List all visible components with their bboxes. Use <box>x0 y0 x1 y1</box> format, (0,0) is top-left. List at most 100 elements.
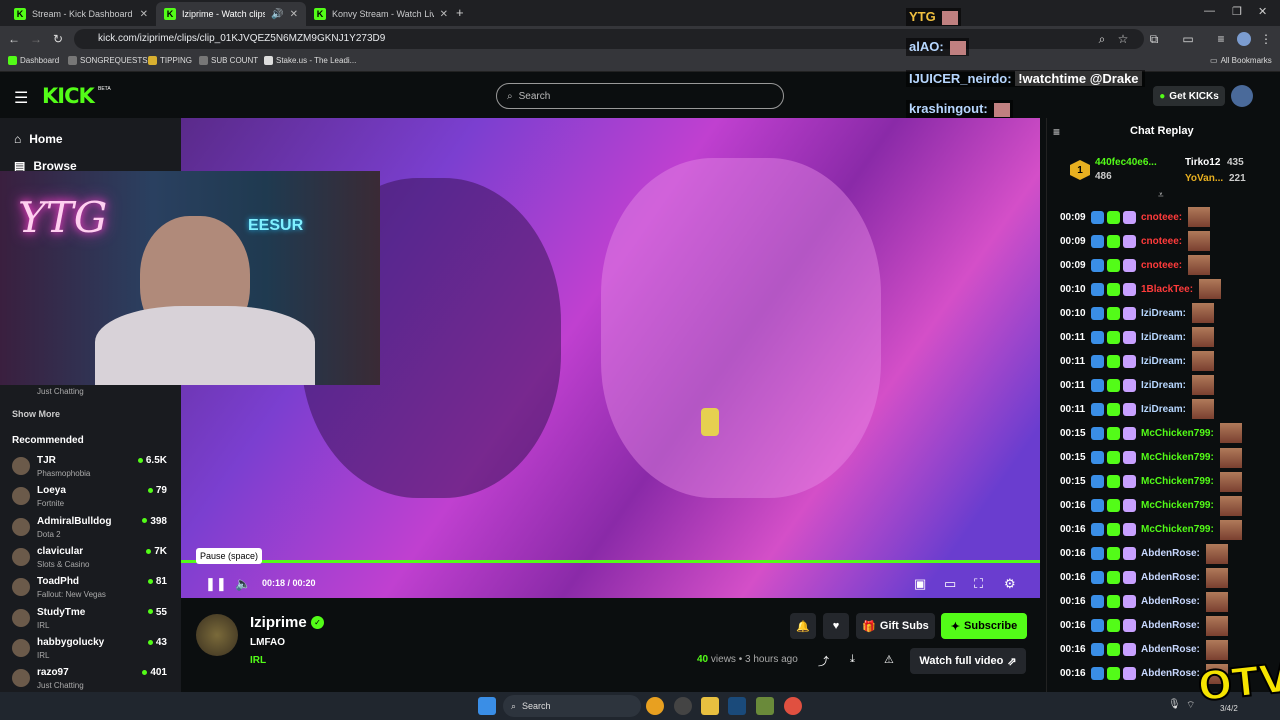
profile-avatar[interactable] <box>1237 32 1251 46</box>
clip-category[interactable]: IRL <box>250 655 266 666</box>
volume-icon[interactable]: 🔈 <box>235 576 251 592</box>
recommended-channel[interactable]: TJR Phasmophobia 6.5K <box>12 455 167 485</box>
leaderboard-name[interactable]: YoVan... <box>1185 173 1223 184</box>
chat-username[interactable]: IziDream: <box>1141 332 1186 343</box>
follow-button[interactable]: ♥ <box>823 613 849 639</box>
menu-dots-icon[interactable]: ⋮ <box>1258 31 1274 47</box>
chat-badge-icon <box>1091 619 1104 633</box>
bookmark-1[interactable]: SONGREQUESTS <box>68 56 148 65</box>
channel-avatar[interactable] <box>196 614 238 656</box>
chat-username[interactable]: AbdenRose: <box>1141 572 1200 583</box>
close-window-icon[interactable]: ✕ <box>1258 5 1267 18</box>
new-tab-icon[interactable]: + <box>456 5 464 20</box>
chat-username[interactable]: AbdenRose: <box>1141 644 1200 655</box>
reload-icon[interactable]: ↻ <box>50 31 66 47</box>
chat-username[interactable]: AbdenRose: <box>1141 620 1200 631</box>
close-icon[interactable]: ✕ <box>140 9 148 20</box>
show-more-link[interactable]: Show More <box>12 409 60 419</box>
beta-badge: BETA <box>98 86 111 92</box>
chat-username[interactable]: IziDream: <box>1141 380 1186 391</box>
chat-username[interactable]: McChicken799: <box>1141 524 1214 535</box>
obs-icon[interactable] <box>674 697 692 715</box>
report-icon[interactable]: ⚠ <box>884 653 894 666</box>
theater-mode-icon[interactable]: ▭ <box>944 576 956 592</box>
mic-icon[interactable]: 🎙 <box>1168 699 1181 710</box>
chat-username[interactable]: cnoteee: <box>1141 212 1182 223</box>
recommended-channel[interactable]: habbygolucky IRL 43 <box>12 637 167 667</box>
bookmark-star-icon[interactable]: ☆ <box>1115 31 1131 47</box>
chat-username[interactable]: McChicken799: <box>1141 500 1214 511</box>
chrome-profile-icon[interactable] <box>784 697 802 715</box>
notification-bell-button[interactable]: 🔔 <box>790 613 816 639</box>
extensions-icon[interactable]: ⧉ <box>1146 31 1162 47</box>
subscribe-button[interactable]: ✦ Subscribe <box>941 613 1027 639</box>
media-icon[interactable]: ≡ <box>1213 31 1229 47</box>
browser-tab-0[interactable]: K Stream - Kick Dashboard ✕ <box>6 2 156 26</box>
recommended-channel[interactable]: Loeya Fortnite 79 <box>12 485 167 515</box>
chat-username[interactable]: IziDream: <box>1141 308 1186 319</box>
chat-username[interactable]: AbdenRose: <box>1141 548 1200 559</box>
chrome-icon[interactable] <box>646 697 664 715</box>
chat-username[interactable]: McChicken799: <box>1141 428 1214 439</box>
browser-tab-bar: K Stream - Kick Dashboard ✕ K Iziprime -… <box>0 0 1280 26</box>
chat-badge-icon <box>1123 523 1136 537</box>
zoom-icon[interactable]: ⌕ <box>1094 31 1110 47</box>
chat-username[interactable]: McChicken799: <box>1141 476 1214 487</box>
bookmark-2[interactable]: TIPPING <box>148 56 192 65</box>
bookmark-3[interactable]: SUB COUNT <box>199 56 258 65</box>
chat-username[interactable]: McChicken799: <box>1141 452 1214 463</box>
minimize-icon[interactable]: — <box>1204 5 1215 17</box>
search-input[interactable]: ⌕ Search <box>496 83 784 109</box>
recommended-channel[interactable]: ToadPhd Fallout: New Vegas 81 <box>12 576 167 606</box>
audio-icon[interactable]: 🔊 <box>271 9 283 20</box>
leaderboard-name[interactable]: 440fec40e6... <box>1095 157 1157 168</box>
url-field[interactable]: kick.com/iziprime/clips/clip_01KJVQEZ5N6… <box>74 29 1144 49</box>
settings-icon[interactable]: ⚙ <box>1004 576 1016 592</box>
leaderboard-name[interactable]: Tirko12 <box>1185 157 1220 168</box>
cast-icon[interactable]: ▭ <box>1180 31 1196 47</box>
progress-bar[interactable] <box>181 560 1040 563</box>
windows-start-icon[interactable] <box>478 697 496 715</box>
chat-username[interactable]: IziDream: <box>1141 356 1186 367</box>
forward-icon[interactable]: → <box>28 31 44 47</box>
maximize-icon[interactable]: ❐ <box>1232 5 1242 18</box>
app-icon[interactable] <box>756 697 774 715</box>
channel-name[interactable]: Iziprime <box>250 614 307 631</box>
pip-icon[interactable]: ▣ <box>914 576 926 592</box>
watch-full-video-button[interactable]: Watch full video ⇗ <box>910 648 1026 674</box>
kick-logo[interactable]: KICK <box>42 84 95 108</box>
chat-username[interactable]: 1BlackTee: <box>1141 284 1193 295</box>
collapse-chat-icon[interactable]: ≡ <box>1053 125 1060 139</box>
gift-subs-button[interactable]: 🎁 Gift Subs <box>856 613 935 639</box>
close-icon[interactable]: ✕ <box>290 9 298 20</box>
bookmark-0[interactable]: Dashboard <box>8 56 59 65</box>
hamburger-menu-icon[interactable]: ☰ <box>14 88 28 108</box>
close-icon[interactable]: ✕ <box>440 9 448 20</box>
chat-username[interactable]: cnoteee: <box>1141 260 1182 271</box>
wifi-icon[interactable]: ⌔ <box>1186 699 1195 712</box>
emote-icon <box>1219 495 1242 516</box>
fullscreen-icon[interactable]: ⛶ <box>974 576 983 592</box>
steam-icon[interactable] <box>728 697 746 715</box>
recommended-channel[interactable]: clavicular Slots & Casino 7K <box>12 546 167 576</box>
chat-username[interactable]: IziDream: <box>1141 404 1186 415</box>
get-kicks-button[interactable]: ● Get KICKs <box>1153 86 1225 106</box>
bookmark-4[interactable]: Stake.us - The Leadi... <box>264 56 356 65</box>
file-explorer-icon[interactable] <box>701 697 719 715</box>
taskbar-search[interactable]: ⌕ Search <box>503 695 641 717</box>
user-avatar[interactable] <box>1231 85 1253 107</box>
back-icon[interactable]: ← <box>6 31 22 47</box>
browser-tab-2[interactable]: K Konvy Stream - Watch Live on I ✕ <box>306 2 456 26</box>
share-icon[interactable]: ⤴ <box>818 653 829 669</box>
download-icon[interactable]: ⤓ <box>850 653 855 666</box>
pause-icon[interactable]: ❚❚ <box>205 576 227 592</box>
all-bookmarks[interactable]: ▭ All Bookmarks <box>1210 56 1272 65</box>
chat-username[interactable]: AbdenRose: <box>1141 596 1200 607</box>
recommended-channel[interactable]: AdmiralBulldog Dota 2 398 <box>12 516 167 546</box>
browser-tab-1[interactable]: K Iziprime - Watch clips on K 🔊 ✕ <box>156 2 306 26</box>
chat-username[interactable]: AbdenRose: <box>1141 668 1200 679</box>
chat-username[interactable]: cnoteee: <box>1141 236 1182 247</box>
sidebar-item-home[interactable]: ⌂ Home <box>14 132 63 146</box>
expand-leaderboard-icon[interactable]: ⩡ <box>1158 190 1164 201</box>
recommended-channel[interactable]: StudyTme IRL 55 <box>12 607 167 637</box>
